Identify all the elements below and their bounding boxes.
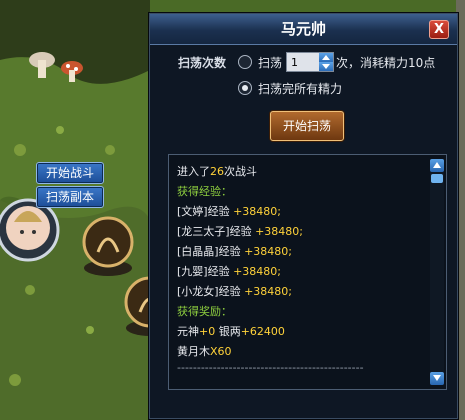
reward-spirit-value: +0 bbox=[199, 325, 216, 338]
sweep-count-suffix: 次，消耗精力10点 bbox=[336, 56, 436, 70]
exp-character: [白晶晶]经验 bbox=[177, 245, 241, 258]
sweep-dungeon-button[interactable]: 扫荡副本 bbox=[36, 186, 104, 208]
log-exp-line: [文婷]经验 +38480; bbox=[177, 203, 281, 219]
log-text: 进入了 bbox=[177, 165, 210, 178]
dialog-titlebar: 马元帅 X bbox=[150, 14, 457, 45]
exp-character: [龙三太子]经验 bbox=[177, 225, 252, 238]
exp-value: +38480; bbox=[244, 285, 293, 298]
exp-value: +38480; bbox=[255, 225, 304, 238]
log-exp-line: [九婴]经验 +38480; bbox=[177, 263, 281, 279]
scroll-thumb[interactable] bbox=[431, 174, 443, 183]
exp-value: +38480; bbox=[233, 265, 282, 278]
stepper-down-icon[interactable] bbox=[319, 62, 333, 71]
log-divider: ----------------------------------------… bbox=[177, 361, 364, 374]
start-battle-button[interactable]: 开始战斗 bbox=[36, 162, 104, 184]
log-battle-count: 进入了26次战斗 bbox=[177, 163, 257, 179]
battle-log: 进入了26次战斗 获得经验： [文婷]经验 +38480; [龙三太子]经验 +… bbox=[168, 154, 447, 390]
sweep-count-prefix: 扫荡 bbox=[258, 56, 283, 70]
sweep-all-energy-radio[interactable] bbox=[238, 81, 252, 95]
item-name: 黄月木 bbox=[177, 345, 210, 358]
scroll-down-icon[interactable] bbox=[430, 372, 444, 385]
reward-silver: 银两 bbox=[215, 325, 241, 338]
reward-silver-value: +62400 bbox=[240, 325, 285, 338]
sweep-count-stepper[interactable] bbox=[286, 52, 334, 72]
log-exp-line: [白晶晶]经验 +38480; bbox=[177, 243, 292, 259]
log-reward-line: 元神+0 银两+62400 bbox=[177, 323, 285, 339]
item-count: X60 bbox=[210, 345, 232, 358]
exp-character: [小龙女]经验 bbox=[177, 285, 241, 298]
exp-character: [九婴]经验 bbox=[177, 265, 230, 278]
sweep-count-radio[interactable] bbox=[238, 55, 252, 69]
exp-value: +38480; bbox=[233, 205, 282, 218]
exp-value: +38480; bbox=[244, 245, 293, 258]
sweep-all-energy-label: 扫荡完所有精力 bbox=[258, 82, 343, 96]
sweep-count-label: 扫荡次数 bbox=[178, 56, 227, 70]
stepper-up-icon[interactable] bbox=[319, 53, 333, 62]
log-text: 次战斗 bbox=[224, 165, 257, 178]
log-item-line: 黄月木X60 bbox=[177, 343, 232, 359]
exp-character: [文婷]经验 bbox=[177, 205, 230, 218]
start-sweep-button[interactable]: 开始扫荡 bbox=[270, 111, 344, 141]
log-exp-line: [龙三太子]经验 +38480; bbox=[177, 223, 303, 239]
log-reward-header: 获得奖励： bbox=[177, 305, 232, 318]
dialog-title: 马元帅 bbox=[280, 20, 326, 38]
sweep-dialog: 马元帅 X 扫荡次数 扫荡 次，消耗精力10点 扫荡完所有精力 开始扫荡 进入了… bbox=[149, 13, 458, 419]
reward-spirit: 元神 bbox=[177, 325, 199, 338]
log-battle-number: 26 bbox=[210, 165, 224, 178]
sweep-count-input[interactable] bbox=[287, 53, 319, 71]
log-scrollbar[interactable] bbox=[430, 159, 444, 385]
close-button[interactable]: X bbox=[429, 20, 449, 39]
log-exp-line: [小龙女]经验 +38480; bbox=[177, 283, 292, 299]
scroll-up-icon[interactable] bbox=[430, 159, 444, 172]
log-exp-header: 获得经验： bbox=[177, 185, 232, 198]
